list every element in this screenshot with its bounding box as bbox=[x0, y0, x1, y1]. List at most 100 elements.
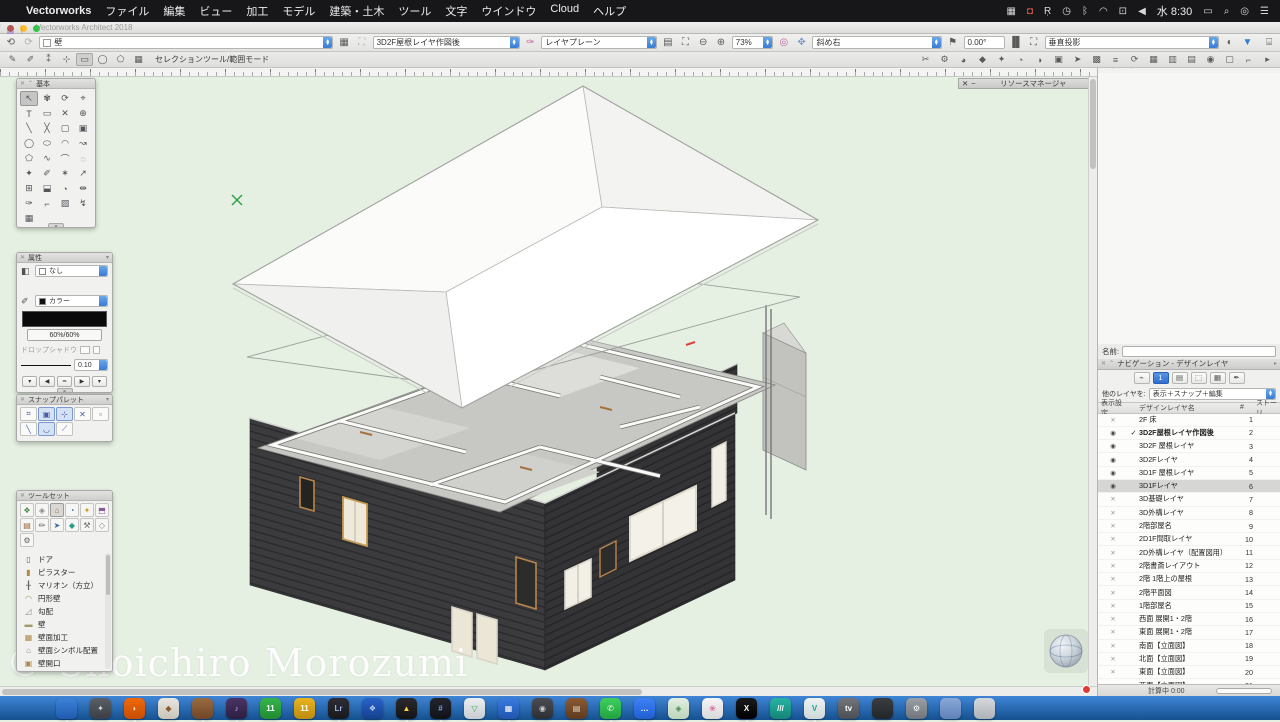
split-view-icon[interactable]: ▐▌ bbox=[1009, 37, 1023, 48]
extrude-tool-icon[interactable]: ⬓ bbox=[38, 181, 56, 196]
class-options-icon[interactable]: ▦ bbox=[337, 37, 351, 48]
projection-dropdown[interactable]: 垂直投影 ▲ ▼ bbox=[1044, 36, 1219, 49]
snap-intersection-icon[interactable]: ✕ bbox=[74, 407, 91, 421]
dock-slashes-app-icon[interactable]: /// bbox=[770, 697, 791, 719]
layer-visibility-toggle[interactable] bbox=[1098, 442, 1128, 450]
arc-tool-icon[interactable]: ◠ bbox=[56, 136, 74, 151]
menu-item[interactable]: ビュー bbox=[199, 3, 232, 19]
layer-visibility-toggle[interactable] bbox=[1098, 562, 1128, 570]
snap-grid-icon[interactable]: ⌗ bbox=[20, 407, 37, 421]
snap-palette-header[interactable]: ✕ スナップパレット ▾ bbox=[17, 395, 112, 405]
layer-visibility-toggle[interactable] bbox=[1098, 615, 1128, 623]
toolset-scrollbar[interactable] bbox=[105, 553, 111, 669]
siri-icon[interactable]: ◎ bbox=[1240, 6, 1249, 17]
spline-tool-icon[interactable]: ∿ bbox=[38, 151, 56, 166]
wifi-icon[interactable]: ◠ bbox=[1099, 6, 1108, 17]
zoom-level-field[interactable]: 73% ▲ ▼ bbox=[731, 36, 774, 49]
layer-visibility-toggle[interactable] bbox=[1098, 522, 1128, 530]
menu-item[interactable]: モデル bbox=[282, 3, 315, 19]
arrow-tool-icon[interactable]: ↗ bbox=[74, 166, 92, 181]
dock-notes-icon[interactable] bbox=[192, 697, 213, 719]
category-3d-icon[interactable]: ◆ bbox=[65, 518, 79, 532]
sheet-border-icon[interactable]: ▥ bbox=[1164, 53, 1181, 66]
flyover-tool-icon[interactable]: ➤ bbox=[1069, 53, 1086, 66]
layer-row[interactable]: 3D1F 屋根レイヤ 5 bbox=[1098, 467, 1280, 480]
attributes-palette-header[interactable]: ✕ 属性 ▾ bbox=[17, 253, 112, 263]
contrast-icon[interactable]: ◑ bbox=[1031, 53, 1048, 66]
dock-camera-app-icon[interactable]: ◉ bbox=[532, 697, 553, 719]
marker-line-button[interactable]: ━ bbox=[56, 376, 73, 387]
menu-item[interactable]: Cloud bbox=[550, 3, 579, 19]
layer-row[interactable]: 北面【立面図】 19 bbox=[1098, 653, 1280, 667]
layer-visibility-toggle[interactable] bbox=[1098, 535, 1128, 543]
pilaster-tool[interactable]: ▮ ピラスター bbox=[19, 566, 104, 579]
flyover-tool-icon[interactable]: ⟳ bbox=[56, 91, 74, 106]
pen-style-dropdown[interactable]: カラー bbox=[35, 295, 108, 307]
horizontal-scrollbar[interactable] bbox=[0, 686, 1097, 696]
dock-cube-app-icon[interactable]: ❖ bbox=[362, 697, 383, 719]
clip-cube-icon[interactable]: ✂ bbox=[917, 53, 934, 66]
wall-opening-tool[interactable]: ▣ 壁開口 bbox=[19, 657, 104, 669]
opacity-button[interactable]: 60%/60% bbox=[27, 329, 102, 341]
clock-tool-icon[interactable]: ◔ bbox=[56, 181, 74, 196]
category-furnishing-icon[interactable]: ✦ bbox=[80, 503, 94, 517]
nav-saved-view-icon[interactable]: ▦ bbox=[1209, 371, 1226, 384]
layer-visibility-toggle[interactable] bbox=[1098, 589, 1128, 597]
marker-none-left-button[interactable]: ▾ bbox=[22, 376, 38, 387]
category-detail-icon[interactable]: ▤ bbox=[20, 518, 34, 532]
drop-shadow-settings[interactable] bbox=[93, 346, 100, 354]
layer-visibility-toggle[interactable] bbox=[1098, 469, 1128, 477]
vertical-scrollbar-thumb[interactable] bbox=[1090, 79, 1096, 169]
dock-messages-icon[interactable]: … bbox=[634, 697, 655, 719]
menu-item[interactable]: ツール bbox=[398, 3, 431, 19]
dock-blue-doc-icon[interactable]: ▦ bbox=[498, 697, 519, 719]
3d-model-view[interactable] bbox=[0, 77, 1088, 686]
magnify-tool-icon[interactable]: ⊕ bbox=[74, 106, 92, 121]
text-tool-icon[interactable]: T bbox=[20, 106, 38, 121]
toolset-palette-header[interactable]: ✕ ツールセット bbox=[17, 491, 112, 501]
notification-center-icon[interactable]: ☰ bbox=[1260, 6, 1269, 17]
marker-end-button[interactable]: ▶ bbox=[74, 376, 90, 387]
selection-tool-icon[interactable]: ↖ bbox=[20, 91, 38, 106]
corner-mode-icon[interactable]: ⌐ bbox=[1240, 53, 1257, 66]
menu-item[interactable]: 加工 bbox=[246, 3, 268, 19]
opengl-options-icon[interactable]: ◕ bbox=[955, 53, 972, 66]
dock-photos-app-icon[interactable]: ◆ bbox=[158, 697, 179, 719]
class-dropdown[interactable]: 壁 ▲ ▼ bbox=[39, 36, 334, 49]
collapse-icon[interactable]: ⌃ bbox=[28, 80, 33, 87]
vertical-scrollbar[interactable] bbox=[1088, 77, 1097, 686]
image-tool-icon[interactable]: ▨ bbox=[56, 196, 74, 211]
previous-view-icon[interactable]: ✥ bbox=[795, 37, 809, 48]
layer-row[interactable]: 2階 1階上の屋根 13 bbox=[1098, 573, 1280, 587]
corner-tool-icon[interactable]: ⌐ bbox=[38, 196, 56, 211]
snap-distance-icon[interactable]: ▫ bbox=[92, 407, 109, 421]
delete-tool-icon[interactable]: ✕ bbox=[56, 106, 74, 121]
pen-color-swatch[interactable] bbox=[22, 311, 107, 327]
dock-box-app-icon[interactable]: ▽ bbox=[464, 697, 485, 719]
other-layers-dropdown[interactable]: 表示＋スナップ＋編集 ▲ ▼ bbox=[1148, 387, 1276, 400]
layer-visibility-toggle[interactable] bbox=[1098, 549, 1128, 557]
layer-row[interactable]: 2F 床 1 bbox=[1098, 414, 1280, 427]
plane-dropdown[interactable]: レイヤプレーン ▲ ▼ bbox=[541, 36, 657, 49]
bluetooth-icon[interactable]: ᛒ bbox=[1082, 6, 1088, 17]
layer-visibility-icon[interactable]: ⛶ bbox=[679, 37, 693, 48]
line-tool-icon[interactable]: ╲ bbox=[20, 121, 38, 136]
dock-finder-icon[interactable] bbox=[56, 697, 77, 719]
category-volumes-icon[interactable]: ◈ bbox=[35, 503, 49, 517]
wall-tool[interactable]: ▬ 壁 bbox=[19, 618, 104, 631]
zoom-tool-icon[interactable]: ⌖ bbox=[74, 91, 92, 106]
snap-angle-icon[interactable]: ⊹ bbox=[56, 407, 73, 421]
display-icon[interactable]: ⊡ bbox=[1119, 6, 1127, 17]
move-selection-icon[interactable]: ⊹ bbox=[58, 53, 75, 66]
layer-row[interactable]: 東面【立面図】 20 bbox=[1098, 666, 1280, 680]
rotate-3d-icon[interactable]: ⟳ bbox=[1126, 53, 1143, 66]
dock-folder-icon[interactable] bbox=[940, 697, 961, 719]
layer-visibility-toggle[interactable] bbox=[1098, 668, 1128, 676]
menu-item[interactable]: 編集 bbox=[163, 3, 185, 19]
view-trackball[interactable] bbox=[1044, 629, 1088, 673]
star-tool-icon[interactable]: ✶ bbox=[56, 166, 74, 181]
nav-reference-icon[interactable]: ✒ bbox=[1228, 371, 1245, 384]
snap-edge-icon[interactable]: ╲ bbox=[20, 422, 37, 436]
dock-system-preferences-icon[interactable]: ⚙ bbox=[906, 697, 927, 719]
column-layer-name[interactable]: デザインレイヤ名 bbox=[1128, 403, 1240, 413]
